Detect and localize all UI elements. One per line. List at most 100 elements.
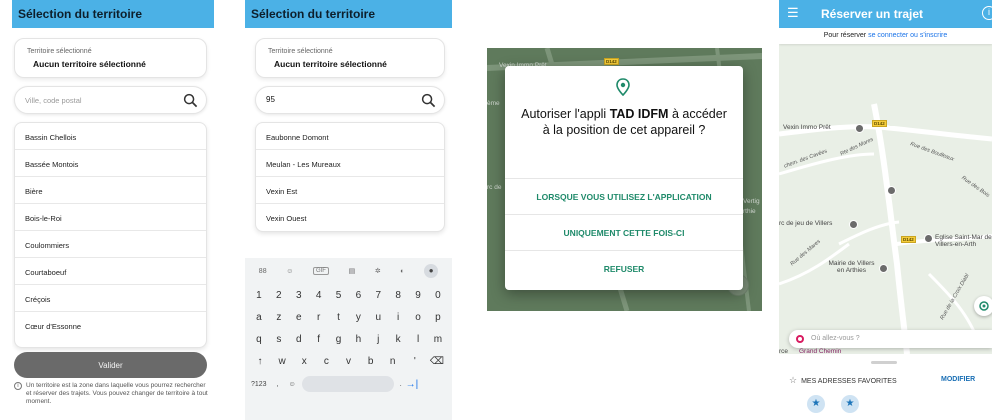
sticker-icon[interactable]: ☺ [286, 268, 293, 275]
search-placeholder: Ville, code postal [25, 96, 82, 105]
trip-map[interactable]: Vexin Immo Prêt D142 chem. des Cavées Rt… [779, 44, 992, 355]
enter-key[interactable]: →| [406, 379, 419, 390]
territory-item[interactable]: Créçois [15, 285, 206, 312]
key[interactable]: q [251, 334, 267, 345]
key[interactable]: d [291, 334, 307, 345]
road-badge: D142 [604, 58, 619, 65]
keyboard-number-row: 1 2 3 4 5 6 7 8 9 0 [245, 284, 452, 306]
comma-key[interactable]: , [277, 381, 279, 388]
key[interactable]: 3 [291, 290, 307, 301]
result-item[interactable]: Vexin Ouest [256, 204, 444, 231]
favorite-star-icon[interactable]: ★ [841, 395, 859, 413]
map-poi-icon[interactable] [855, 124, 864, 133]
emoji-key[interactable]: ☺ [289, 381, 296, 388]
theme-icon[interactable]: ◐ [400, 268, 404, 275]
key[interactable]: t [331, 312, 347, 323]
login-banner: Pour réserver se connecter ou s'inscrire [779, 28, 992, 44]
key[interactable]: p [430, 312, 446, 323]
key[interactable]: s [271, 334, 287, 345]
territory-list: Bassin Chellois Bassée Montois Bière Boi… [14, 122, 207, 348]
login-link[interactable]: se connecter ou s'inscrire [868, 32, 947, 39]
key[interactable]: c [318, 356, 334, 367]
key[interactable]: w [274, 356, 290, 367]
map-poi-icon[interactable] [849, 220, 858, 229]
key[interactable]: z [271, 312, 287, 323]
allow-once-button[interactable]: UNIQUEMENT CETTE FOIS-CI [505, 214, 743, 250]
key[interactable]: u [370, 312, 386, 323]
sheet-handle[interactable] [871, 361, 897, 364]
key[interactable]: g [331, 334, 347, 345]
locate-me-button[interactable] [974, 296, 992, 316]
key[interactable]: 1 [251, 290, 267, 301]
town-hall-icon[interactable] [879, 264, 888, 273]
territory-item[interactable]: Bassin Chellois [15, 123, 206, 150]
key[interactable]: a [251, 312, 267, 323]
key[interactable]: 7 [370, 290, 386, 301]
search-input-value[interactable]: 95 [266, 95, 275, 104]
space-key[interactable] [301, 376, 394, 392]
key[interactable]: 0 [430, 290, 446, 301]
book-trip-screen: Vexin Immo Prêt D142 chem. des Cavées Rt… [779, 0, 992, 420]
key[interactable]: i [390, 312, 406, 323]
key[interactable]: h [350, 334, 366, 345]
key[interactable]: r [311, 312, 327, 323]
modify-favorites-button[interactable]: MODIFIER [941, 376, 975, 383]
city-search-field[interactable]: 95 [255, 86, 445, 114]
key[interactable]: b [363, 356, 379, 367]
period-key[interactable]: . [400, 381, 402, 388]
symbols-key[interactable]: ?123 [251, 381, 267, 388]
backspace-key[interactable]: ⌫ [429, 356, 445, 367]
apps-grid-icon[interactable]: 88 [259, 268, 267, 275]
key[interactable]: f [311, 334, 327, 345]
result-item[interactable]: Meulan - Les Mureaux [256, 150, 444, 177]
key[interactable]: j [370, 334, 386, 345]
allow-while-using-button[interactable]: LORSQUE VOUS UTILISEZ L'APPLICATION [505, 178, 743, 214]
key[interactable]: k [390, 334, 406, 345]
key[interactable]: 2 [271, 290, 287, 301]
key[interactable]: ' [407, 356, 423, 367]
map-label: Mairie de Villers en Arthies [828, 260, 875, 275]
key[interactable]: 8 [390, 290, 406, 301]
map-label: rc de [487, 184, 502, 191]
shift-key[interactable]: ↑ [252, 356, 268, 367]
page-title: Sélection du territoire [18, 7, 143, 21]
territory-item[interactable]: Courtaboeuf [15, 258, 206, 285]
info-icon[interactable]: i [982, 6, 992, 20]
microphone-icon[interactable]: ● [424, 264, 439, 278]
key[interactable]: v [340, 356, 356, 367]
clipboard-icon[interactable]: ▤ [349, 267, 356, 275]
result-item[interactable]: Eaubonne Domont [256, 123, 444, 150]
key[interactable]: m [430, 334, 446, 345]
city-search-field[interactable]: Ville, code postal [14, 86, 207, 114]
key[interactable]: x [296, 356, 312, 367]
territory-item[interactable]: Coulommiers [15, 231, 206, 258]
territory-item[interactable]: Cœur d'Essonne [15, 312, 206, 339]
territory-item[interactable]: Bois-le-Roi [15, 204, 206, 231]
refuse-button[interactable]: REFUSER [505, 250, 743, 286]
map-label: Eglise Saint-Mar de Villers-en-Arth [935, 234, 992, 249]
menu-icon[interactable]: ☰ [787, 5, 799, 21]
destination-input[interactable]: Où allez-vous ? [789, 330, 992, 348]
validate-button[interactable]: Valider [14, 352, 207, 378]
result-item[interactable]: Vexin Est [256, 177, 444, 204]
bus-stop-icon[interactable] [887, 186, 896, 195]
church-icon[interactable] [924, 234, 933, 243]
settings-icon[interactable]: ✲ [375, 267, 381, 275]
key[interactable]: n [385, 356, 401, 367]
territory-item[interactable]: Bassée Montois [15, 150, 206, 177]
key[interactable]: 4 [311, 290, 327, 301]
key[interactable]: 6 [350, 290, 366, 301]
key[interactable]: o [410, 312, 426, 323]
key[interactable]: e [291, 312, 307, 323]
key[interactable]: y [350, 312, 366, 323]
key[interactable]: l [410, 334, 426, 345]
search-icon[interactable] [421, 93, 436, 108]
key[interactable]: 9 [410, 290, 426, 301]
map-label: rc de jeu de Villers [779, 220, 833, 227]
search-icon[interactable] [183, 93, 198, 108]
gif-icon[interactable]: GIF [312, 267, 329, 275]
key[interactable]: 5 [331, 290, 347, 301]
permission-question: Autoriser l'appli TAD IDFM à accéder à l… [519, 106, 729, 139]
territory-item[interactable]: Bière [15, 177, 206, 204]
favorite-star-icon[interactable]: ★ [807, 395, 825, 413]
